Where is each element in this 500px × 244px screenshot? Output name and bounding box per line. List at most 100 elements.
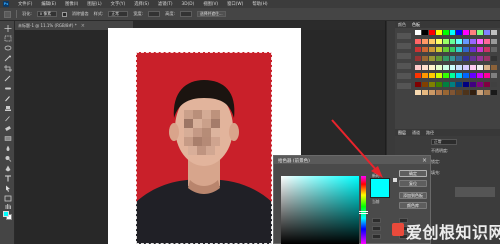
type-tool-icon[interactable] <box>4 175 12 182</box>
color-swatch[interactable] <box>449 55 456 61</box>
color-swatch[interactable] <box>449 47 456 53</box>
color-swatch[interactable] <box>477 64 484 70</box>
color-swatch[interactable] <box>421 64 428 70</box>
color-swatch[interactable] <box>415 38 421 44</box>
style-select[interactable]: 正常 <box>108 11 129 17</box>
dodge-tool-icon[interactable] <box>4 155 12 162</box>
web-safe-cube-icon[interactable] <box>393 178 397 182</box>
lasso-tool-icon[interactable] <box>4 45 12 52</box>
dialog-close-icon[interactable]: × <box>422 157 427 164</box>
color-swatch[interactable] <box>449 81 456 87</box>
menu-select[interactable]: 选择(S) <box>134 1 149 7</box>
saturation-brightness-field[interactable] <box>281 176 359 244</box>
color-swatch[interactable] <box>456 55 463 61</box>
color-swatch[interactable] <box>477 47 484 53</box>
color-swatch[interactable] <box>415 30 421 35</box>
hue-slider-handle[interactable] <box>359 211 368 214</box>
tab-swatches[interactable]: 色板 <box>412 22 420 28</box>
color-swatch[interactable] <box>491 64 497 70</box>
color-swatch[interactable] <box>421 81 428 87</box>
color-swatch[interactable] <box>463 90 470 96</box>
menu-help[interactable]: 帮助(H) <box>252 1 267 7</box>
panel-side-button[interactable] <box>397 63 411 69</box>
rectangle-tool-icon[interactable] <box>4 195 12 202</box>
color-swatch[interactable] <box>442 73 449 79</box>
color-swatch[interactable] <box>435 64 442 70</box>
color-swatch[interactable] <box>421 73 428 79</box>
width-input[interactable] <box>148 11 161 17</box>
color-swatch[interactable] <box>484 64 491 70</box>
color-swatch[interactable] <box>484 73 491 79</box>
color-swatch[interactable] <box>428 30 435 35</box>
color-swatch[interactable] <box>435 81 442 87</box>
color-swatch[interactable] <box>421 90 428 96</box>
color-swatch[interactable] <box>484 30 491 35</box>
panel-side-button[interactable] <box>397 83 411 89</box>
color-swatch[interactable] <box>428 90 435 96</box>
color-swatch[interactable] <box>442 64 449 70</box>
menu-image[interactable]: 图像(I) <box>65 1 78 7</box>
hue-slider[interactable] <box>361 176 366 244</box>
blur-tool-icon[interactable] <box>4 145 12 152</box>
color-swatch[interactable] <box>442 81 449 87</box>
move-tool-icon[interactable] <box>4 25 12 32</box>
crop-tool-icon[interactable] <box>3 65 12 72</box>
color-swatch[interactable] <box>415 81 421 87</box>
marquee-tool-preset-icon[interactable] <box>4 10 11 18</box>
color-swatch[interactable] <box>463 73 470 79</box>
color-swatch[interactable] <box>491 38 497 44</box>
color-swatch[interactable] <box>484 47 491 53</box>
color-swatch[interactable] <box>428 81 435 87</box>
color-swatch[interactable] <box>491 73 497 79</box>
color-swatch[interactable] <box>421 47 428 53</box>
color-swatch[interactable] <box>435 73 442 79</box>
color-swatch[interactable] <box>456 38 463 44</box>
color-swatch[interactable] <box>491 30 497 35</box>
color-swatch[interactable] <box>421 38 428 44</box>
dialog-titlebar[interactable]: 拾色器 (前景色) × <box>274 156 430 164</box>
color-swatch[interactable] <box>456 81 463 87</box>
color-swatch[interactable] <box>415 47 421 53</box>
menu-layer[interactable]: 图层(L) <box>87 1 101 7</box>
color-swatch[interactable] <box>421 55 428 61</box>
hand-tool-icon[interactable] <box>4 203 12 210</box>
brush-tool-icon[interactable] <box>4 95 12 102</box>
close-tab-icon[interactable]: × <box>81 23 85 29</box>
menu-view[interactable]: 视图(V) <box>203 1 218 7</box>
eyedropper-tool-icon[interactable] <box>4 75 12 82</box>
color-swatch[interactable] <box>428 38 435 44</box>
reset-button[interactable]: 复位 <box>399 180 427 187</box>
clone-stamp-tool-icon[interactable] <box>4 105 12 112</box>
color-swatch[interactable] <box>415 73 421 79</box>
tab-paths[interactable]: 路径 <box>426 130 434 136</box>
color-swatch[interactable] <box>435 47 442 53</box>
color-swatch[interactable] <box>456 30 463 35</box>
hsb-input[interactable] <box>372 234 381 239</box>
feather-input[interactable]: 0 像素 <box>36 11 57 17</box>
panel-side-button[interactable] <box>397 53 411 59</box>
color-swatch[interactable] <box>449 64 456 70</box>
add-to-swatches-button[interactable]: 添加到色板 <box>399 192 427 199</box>
color-swatch[interactable] <box>435 55 442 61</box>
marquee-tool-icon[interactable] <box>4 35 12 42</box>
tab-channels[interactable]: 通道 <box>412 130 420 136</box>
color-swatch[interactable] <box>428 64 435 70</box>
color-swatch[interactable] <box>491 90 497 96</box>
color-swatch[interactable] <box>442 30 449 35</box>
color-swatch[interactable] <box>442 90 449 96</box>
tab-layers[interactable]: 图层 <box>398 130 406 136</box>
color-swatch[interactable] <box>470 38 477 44</box>
color-swatch[interactable] <box>470 64 477 70</box>
color-swatch[interactable] <box>456 90 463 96</box>
color-swatch[interactable] <box>415 90 421 96</box>
color-swatch[interactable] <box>428 73 435 79</box>
color-swatch[interactable] <box>470 30 477 35</box>
color-swatch[interactable] <box>491 55 497 61</box>
select-and-mask-button[interactable]: 选择并遮住... <box>196 11 226 17</box>
history-brush-tool-icon[interactable] <box>4 115 12 122</box>
menu-type[interactable]: 文字(Y) <box>111 1 126 7</box>
color-swatch[interactable] <box>415 55 421 61</box>
color-swatch[interactable] <box>463 81 470 87</box>
gradient-tool-icon[interactable] <box>4 135 12 142</box>
path-selection-tool-icon[interactable] <box>4 185 12 192</box>
